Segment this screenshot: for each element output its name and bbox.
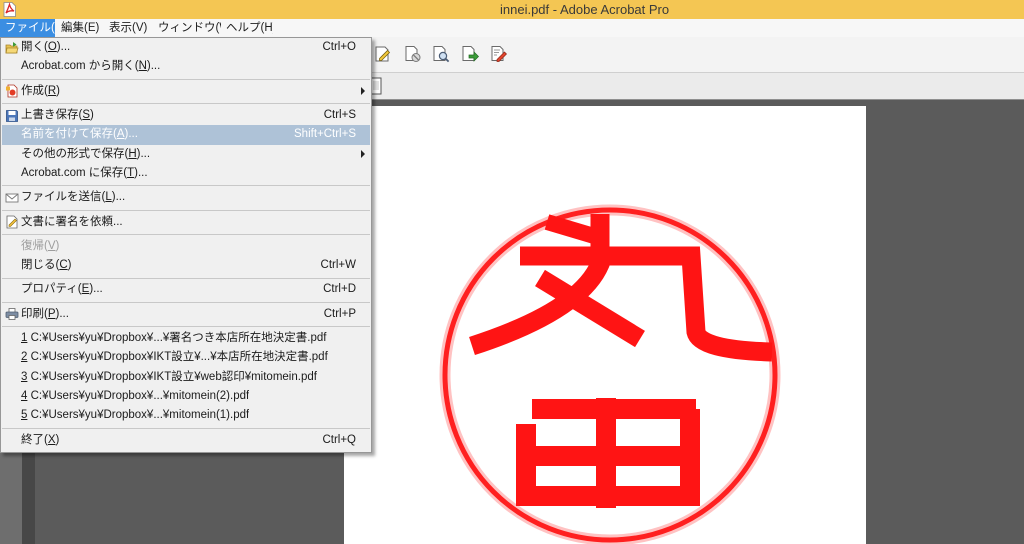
menu-item-label: 4 C:¥Users¥yu¥Dropbox¥...¥mitomein(2).pd… — [21, 390, 250, 402]
mnemonic: 5 — [21, 409, 28, 422]
menu-item-properties[interactable]: プロパティ(E)... Ctrl+D — [1, 280, 371, 299]
mnemonic: V — [47, 239, 56, 252]
acrobat-window: innei.pdf - Adobe Acrobat Pro ファイル(F) 編集… — [0, 0, 1024, 544]
menu-item-recent-file[interactable]: 1 C:¥Users¥yu¥Dropbox¥...¥署名つき本店所在地決定書.p… — [1, 329, 371, 348]
mnemonic: H — [128, 147, 137, 160]
document-export-icon[interactable] — [461, 45, 479, 63]
menu-item-shortcut: Ctrl+P — [323, 307, 356, 320]
menu-bar: ファイル(F) 編集(E) 表示(V) ウィンドウ(W) ヘルプ(H) — [0, 19, 1024, 37]
menu-item-create[interactable]: 作成(R) — [1, 82, 371, 101]
menu-item-label: 文書に署名を依頼... — [21, 215, 123, 228]
menu-item-label: 終了(X) — [21, 433, 60, 446]
mnemonic: L — [105, 191, 112, 204]
menu-item-label: 印刷(P)... — [21, 307, 69, 320]
file-menu-dropdown: 開く(O)... Ctrl+O Acrobat.com から開く(N)... 作… — [0, 37, 372, 453]
menu-item-save-as[interactable]: 名前を付けて保存(A)... Shift+Ctrl+S — [1, 125, 371, 145]
printer-icon — [5, 308, 19, 321]
mnemonic: A — [116, 128, 125, 141]
seal-stroke — [544, 214, 597, 244]
menu-item-recent-file[interactable]: 5 C:¥Users¥yu¥Dropbox¥...¥mitomein(1).pd… — [1, 406, 371, 425]
mnemonic: N — [138, 60, 147, 73]
menu-item-label: Acrobat.com から開く(N)... — [21, 60, 161, 73]
menu-item-print[interactable]: 印刷(P)... Ctrl+P — [1, 305, 371, 324]
menu-item-label: 開く(O)... — [21, 41, 71, 53]
menu-item-save-as-other[interactable]: その他の形式で保存(H)... — [1, 145, 371, 164]
pdf-page[interactable] — [344, 106, 866, 544]
mnemonic: X — [47, 433, 56, 446]
menu-item-label: Acrobat.com に保存(T)... — [21, 167, 148, 180]
menu-item-label: プロパティ(E)... — [21, 283, 103, 296]
menu-item-label: 名前を付けて保存(A)... — [21, 128, 138, 141]
document-edit-icon[interactable] — [490, 45, 508, 63]
menu-item-recent-file[interactable]: 2 C:¥Users¥yu¥Dropbox¥IKT設立¥...¥本店所在地決定書… — [1, 348, 371, 367]
menu-item-save-to-acrobat-com[interactable]: Acrobat.com に保存(T)... — [1, 164, 371, 183]
menu-item-recent-file[interactable]: 4 C:¥Users¥yu¥Dropbox¥...¥mitomein(2).pd… — [1, 387, 371, 406]
mnemonic: E — [81, 283, 90, 296]
menu-item-label: 3 C:¥Users¥yu¥Dropbox¥IKT設立¥web認印¥mitome… — [21, 370, 317, 383]
menu-item-request-signature[interactable]: 文書に署名を依頼... — [1, 213, 371, 232]
menu-item-shortcut: Shift+Ctrl+S — [294, 128, 356, 141]
menu-edit[interactable]: 編集(E) — [56, 19, 104, 37]
menu-item-shortcut: Ctrl+O — [322, 41, 356, 53]
menu-item-shortcut: Ctrl+Q — [322, 433, 356, 446]
menu-item-label: 作成(R) — [21, 84, 60, 97]
menu-view[interactable]: 表示(V) — [104, 19, 154, 37]
submenu-arrow-icon — [361, 87, 365, 96]
mnemonic: 4 — [21, 390, 28, 402]
mnemonic: O — [47, 41, 57, 53]
menu-item-open-from-acrobat-com[interactable]: Acrobat.com から開く(N)... — [1, 57, 371, 76]
document-inspect-icon[interactable] — [432, 45, 450, 63]
menu-help[interactable]: ヘルプ(H) — [221, 19, 273, 37]
mnemonic: 3 — [21, 370, 28, 383]
mnemonic: S — [82, 108, 91, 121]
mnemonic: 1 — [21, 331, 28, 344]
menu-item-label: 2 C:¥Users¥yu¥Dropbox¥IKT設立¥...¥本店所在地決定書… — [21, 351, 328, 364]
mnemonic: T — [127, 167, 135, 180]
window-title: innei.pdf - Adobe Acrobat Pro — [500, 2, 670, 17]
mnemonic: C — [59, 259, 68, 272]
submenu-arrow-icon — [361, 150, 365, 159]
seal-character-ta — [516, 398, 700, 508]
fill-sign-icon[interactable] — [374, 45, 392, 63]
mnemonic: 2 — [21, 351, 28, 364]
menu-window[interactable]: ウィンドウ(W) — [153, 19, 221, 37]
menu-item-close[interactable]: 閉じる(C) Ctrl+W — [1, 256, 371, 275]
menu-item-send-file[interactable]: ファイルを送信(L)... — [1, 188, 371, 207]
document-blocked-icon[interactable] — [404, 45, 422, 63]
menu-item-label: 復帰(V) — [21, 239, 60, 252]
acrobat-app-icon[interactable] — [3, 2, 16, 17]
menu-item-revert: 復帰(V) — [1, 237, 371, 256]
menu-item-shortcut: Ctrl+W — [320, 259, 356, 272]
menu-file[interactable]: ファイル(F) — [0, 19, 55, 37]
mnemonic: P — [47, 307, 56, 320]
save-icon — [6, 109, 18, 122]
menu-item-label: 5 C:¥Users¥yu¥Dropbox¥...¥mitomein(1).pd… — [21, 409, 250, 422]
title-bar[interactable]: innei.pdf - Adobe Acrobat Pro — [0, 0, 1024, 19]
menu-item-shortcut: Ctrl+D — [323, 283, 356, 296]
menu-item-exit[interactable]: 終了(X) Ctrl+Q — [1, 431, 371, 450]
menu-item-save[interactable]: 上書き保存(S) Ctrl+S — [1, 106, 371, 125]
menu-item-label: ファイルを送信(L)... — [21, 191, 126, 204]
open-folder-icon — [5, 41, 19, 54]
menu-item-open[interactable]: 開く(O)... Ctrl+O — [1, 38, 371, 57]
menu-item-label: 1 C:¥Users¥yu¥Dropbox¥...¥署名つき本店所在地決定書.p… — [21, 331, 327, 344]
seal-stamp-image — [439, 204, 781, 544]
envelope-icon — [5, 193, 19, 203]
mnemonic: R — [47, 84, 57, 97]
create-pdf-icon — [6, 84, 18, 98]
menu-item-label: 上書き保存(S) — [21, 108, 94, 121]
menu-item-label: その他の形式で保存(H)... — [21, 147, 151, 160]
menu-item-shortcut: Ctrl+S — [323, 108, 356, 121]
sign-request-icon — [6, 215, 18, 229]
menu-item-label: 閉じる(C) — [21, 259, 72, 272]
menu-item-recent-file[interactable]: 3 C:¥Users¥yu¥Dropbox¥IKT設立¥web認印¥mitome… — [1, 368, 371, 387]
